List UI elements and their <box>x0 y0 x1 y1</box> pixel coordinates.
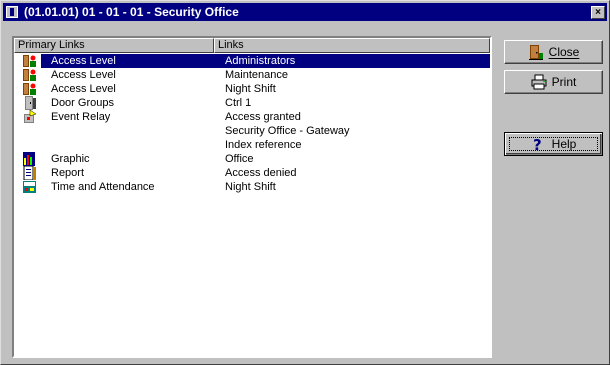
primary-link-cell: Access Level <box>51 55 116 67</box>
links-list[interactable]: Primary Links Links Access Level Administ… <box>12 36 492 358</box>
column-header-links[interactable]: Links <box>214 38 490 53</box>
list-row-continued-index-reference[interactable]: Index reference <box>14 138 490 152</box>
link-cell: Security Office - Gateway <box>225 125 350 137</box>
close-button[interactable]: Close <box>504 40 603 64</box>
primary-link-cell: Graphic <box>51 153 90 165</box>
window-icon <box>6 6 18 18</box>
list-row-access-level-night-shift[interactable]: Access Level Night Shift <box>14 82 490 96</box>
list-row-report-access-denied[interactable]: Report Access denied <box>14 166 490 180</box>
list-row-time-and-attendance-night-shift[interactable]: Time and Attendance Night Shift <box>14 180 490 194</box>
primary-link-cell: Door Groups <box>51 97 114 109</box>
link-cell: Maintenance <box>225 69 288 81</box>
help-button[interactable]: ? Help <box>504 132 603 156</box>
primary-link-cell: Access Level <box>51 69 116 81</box>
title-bar[interactable]: (01.01.01) 01 - 01 - 01 - Security Offic… <box>3 3 607 21</box>
list-rows: Access Level Administrators Access Level Ma… <box>14 54 490 194</box>
access-level-icon <box>22 54 38 68</box>
question-mark-icon: ? <box>531 136 547 154</box>
link-cell: Office <box>225 153 254 165</box>
primary-link-cell: Event Relay <box>51 111 111 123</box>
security-office-window: (01.01.01) 01 - 01 - 01 - Security Offic… <box>0 0 610 365</box>
list-row-graphic-office[interactable]: Graphic Office <box>14 152 490 166</box>
svg-text:?: ? <box>533 136 542 152</box>
close-icon[interactable]: × <box>591 5 605 19</box>
access-level-icon <box>22 82 38 96</box>
list-row-access-level-administrators[interactable]: Access Level Administrators <box>14 54 490 68</box>
close-button-label: Close <box>548 45 580 59</box>
window-title: (01.01.01) 01 - 01 - 01 - Security Offic… <box>24 5 239 19</box>
primary-link-cell: Report <box>51 167 85 179</box>
link-cell: Night Shift <box>225 83 276 95</box>
list-header: Primary Links Links <box>14 38 490 53</box>
primary-link-cell: Time and Attendance <box>51 181 155 193</box>
link-cell: Access denied <box>225 167 297 179</box>
link-cell: Night Shift <box>225 181 276 193</box>
event-relay-icon <box>22 110 38 124</box>
list-row-access-level-maintenance[interactable]: Access Level Maintenance <box>14 68 490 82</box>
access-level-icon <box>22 68 38 82</box>
link-cell: Ctrl 1 <box>225 97 252 109</box>
print-button[interactable]: Print <box>504 70 603 94</box>
print-button-label: Print <box>551 75 577 89</box>
primary-link-cell: Access Level <box>51 83 116 95</box>
report-icon <box>22 166 38 180</box>
focus-rectangle <box>509 137 598 151</box>
link-cell: Index reference <box>225 139 302 151</box>
list-row-door-groups-ctrl-1[interactable]: Door Groups Ctrl 1 <box>14 96 490 110</box>
list-row-continued-security-office-gateway[interactable]: Security Office - Gateway <box>14 124 490 138</box>
link-cell: Access granted <box>225 111 301 123</box>
door-group-icon <box>22 96 38 110</box>
column-header-primary-links[interactable]: Primary Links <box>14 38 214 53</box>
time-attendance-icon <box>22 180 38 194</box>
link-cell: Administrators <box>225 55 296 67</box>
printer-icon <box>531 74 547 90</box>
door-exit-icon <box>528 44 544 60</box>
graphic-icon <box>22 152 38 166</box>
list-row-event-relay-access-granted[interactable]: Event Relay Access granted <box>14 110 490 124</box>
